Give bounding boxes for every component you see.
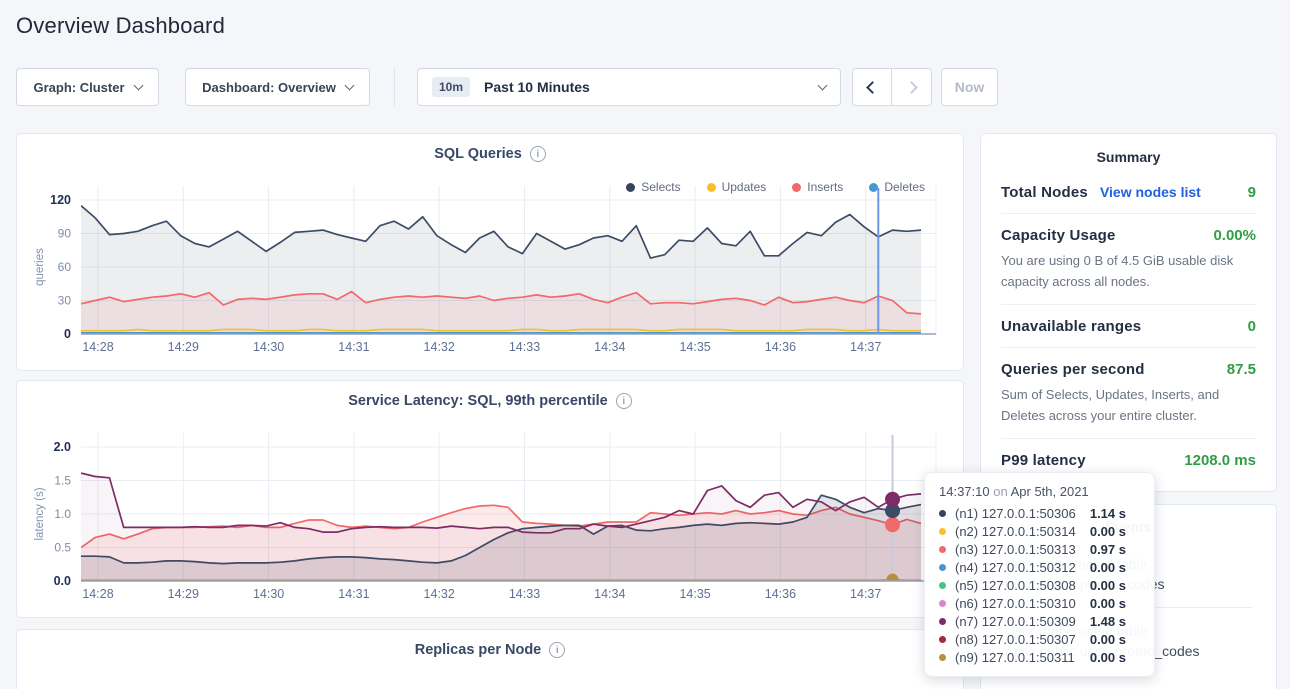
toolbar: Graph: Cluster Dashboard: Overview 10m P… xyxy=(0,68,1290,106)
series-dot-icon xyxy=(939,618,946,625)
svg-text:14:31: 14:31 xyxy=(338,587,369,601)
chart-hover-tooltip: 14:37:10 on Apr 5th, 2021 (n1) 127.0.0.1… xyxy=(924,472,1155,677)
svg-text:120: 120 xyxy=(50,193,71,207)
svg-text:1.5: 1.5 xyxy=(54,474,71,488)
svg-text:14:30: 14:30 xyxy=(253,587,284,601)
tooltip-row-n5: (n5) 127.0.0.1:50308 0.00 s xyxy=(939,576,1140,594)
svg-text:latency (s): latency (s) xyxy=(34,487,46,540)
svg-text:14:36: 14:36 xyxy=(765,587,796,601)
svg-text:14:29: 14:29 xyxy=(168,340,199,354)
svg-text:14:29: 14:29 xyxy=(168,587,199,601)
queries-per-second-description: Sum of Selects, Updates, Inserts, and De… xyxy=(1001,384,1256,426)
svg-text:14:37: 14:37 xyxy=(850,587,881,601)
summary-title: Summary xyxy=(981,134,1276,165)
tooltip-row-n3: (n3) 127.0.0.1:50313 0.97 s xyxy=(939,540,1140,558)
series-dot-icon xyxy=(939,546,946,553)
time-prev-button[interactable] xyxy=(852,68,892,106)
total-nodes-value: 9 xyxy=(1248,184,1256,201)
svg-text:60: 60 xyxy=(58,260,72,274)
summary-row-unavailable-ranges: Unavailable ranges 0 xyxy=(1001,305,1256,348)
time-range-badge: 10m xyxy=(432,77,470,97)
svg-text:14:30: 14:30 xyxy=(253,340,284,354)
dashboard-selector-label: Dashboard: Overview xyxy=(202,80,336,95)
svg-text:0.5: 0.5 xyxy=(54,541,71,555)
chevron-left-icon xyxy=(866,81,879,94)
time-nav-group xyxy=(852,68,932,106)
queries-per-second-value: 87.5 xyxy=(1227,361,1256,378)
graph-selector-label: Graph: Cluster xyxy=(33,80,124,95)
dashboard-selector-dropdown[interactable]: Dashboard: Overview xyxy=(185,68,370,106)
service-latency-chart-plot[interactable]: 0.0 0.5 1.0 1.5 2.0 14:28 14:29 14:30 14:31 14:32… xyxy=(17,381,964,618)
chevron-down-icon xyxy=(344,80,354,90)
toolbar-divider xyxy=(394,68,395,106)
svg-text:14:35: 14:35 xyxy=(679,340,710,354)
svg-text:14:32: 14:32 xyxy=(424,587,455,601)
svg-text:14:33: 14:33 xyxy=(509,340,540,354)
series-dot-icon xyxy=(939,510,946,517)
sql-queries-chart-plot[interactable]: 0 30 60 90 120 14:28 14:29 14:30 14:31 14:32 14:33… xyxy=(17,134,964,371)
svg-text:0: 0 xyxy=(64,327,71,341)
svg-text:queries: queries xyxy=(34,248,46,286)
svg-text:2.0: 2.0 xyxy=(54,440,71,454)
service-latency-chart-panel: Service Latency: SQL, 99th percentile i … xyxy=(16,380,964,618)
chevron-down-icon xyxy=(818,80,828,90)
svg-text:14:33: 14:33 xyxy=(509,587,540,601)
summary-panel: Summary Total Nodes View nodes list 9 Ca… xyxy=(980,133,1277,492)
tooltip-row-n7: (n7) 127.0.0.1:50309 1.48 s xyxy=(939,612,1140,630)
tooltip-timestamp: 14:37:10 on Apr 5th, 2021 xyxy=(939,484,1140,499)
tooltip-row-n2: (n2) 127.0.0.1:50314 0.00 s xyxy=(939,522,1140,540)
summary-row-queries-per-second: Queries per second 87.5 Sum of Selects, … xyxy=(1001,348,1256,439)
time-range-label: Past 10 Minutes xyxy=(484,79,590,95)
page-title: Overview Dashboard xyxy=(16,13,225,39)
capacity-usage-value: 0.00% xyxy=(1213,227,1256,244)
series-dot-icon xyxy=(939,636,946,643)
time-range-picker[interactable]: 10m Past 10 Minutes xyxy=(417,68,841,106)
svg-text:14:36: 14:36 xyxy=(765,340,796,354)
graph-selector-dropdown[interactable]: Graph: Cluster xyxy=(16,68,159,106)
series-dot-icon xyxy=(939,528,946,535)
capacity-usage-description: You are using 0 B of 4.5 GiB usable disk… xyxy=(1001,250,1256,292)
svg-text:14:34: 14:34 xyxy=(594,587,625,601)
chevron-down-icon xyxy=(133,80,143,90)
svg-text:1.0: 1.0 xyxy=(54,507,71,521)
svg-text:0.0: 0.0 xyxy=(54,574,71,588)
now-button[interactable]: Now xyxy=(941,68,998,106)
svg-text:90: 90 xyxy=(58,227,72,241)
unavailable-ranges-value: 0 xyxy=(1248,318,1256,335)
view-nodes-list-link[interactable]: View nodes list xyxy=(1100,184,1201,200)
replicas-per-node-chart-panel: Replicas per Node i xyxy=(16,629,964,689)
series-dot-icon xyxy=(939,582,946,589)
svg-text:14:35: 14:35 xyxy=(679,587,710,601)
svg-text:14:31: 14:31 xyxy=(338,340,369,354)
svg-text:14:28: 14:28 xyxy=(82,587,113,601)
svg-text:14:37: 14:37 xyxy=(850,340,881,354)
sql-queries-chart-panel: SQL Queries i Selects Updates Inserts De… xyxy=(16,133,964,371)
svg-text:14:32: 14:32 xyxy=(424,340,455,354)
time-next-button[interactable] xyxy=(892,68,932,106)
series-dot-icon xyxy=(939,600,946,607)
svg-text:30: 30 xyxy=(58,294,72,308)
p99-latency-value: 1208.0 ms xyxy=(1184,452,1256,469)
summary-row-total-nodes: Total Nodes View nodes list 9 xyxy=(1001,171,1256,214)
chevron-right-icon xyxy=(905,81,918,94)
tooltip-row-n9: (n9) 127.0.0.1:50311 0.00 s xyxy=(939,648,1140,666)
tooltip-row-n8: (n8) 127.0.0.1:50307 0.00 s xyxy=(939,630,1140,648)
summary-row-capacity-usage: Capacity Usage 0.00% You are using 0 B o… xyxy=(1001,214,1256,305)
tooltip-row-n1: (n1) 127.0.0.1:50306 1.14 s xyxy=(939,504,1140,522)
tooltip-row-n6: (n6) 127.0.0.1:50310 0.00 s xyxy=(939,594,1140,612)
replicas-per-node-chart-plot[interactable] xyxy=(17,630,964,689)
tooltip-row-n4: (n4) 127.0.0.1:50312 0.00 s xyxy=(939,558,1140,576)
svg-text:14:28: 14:28 xyxy=(82,340,113,354)
series-dot-icon xyxy=(939,564,946,571)
svg-text:14:34: 14:34 xyxy=(594,340,625,354)
series-dot-icon xyxy=(939,654,946,661)
